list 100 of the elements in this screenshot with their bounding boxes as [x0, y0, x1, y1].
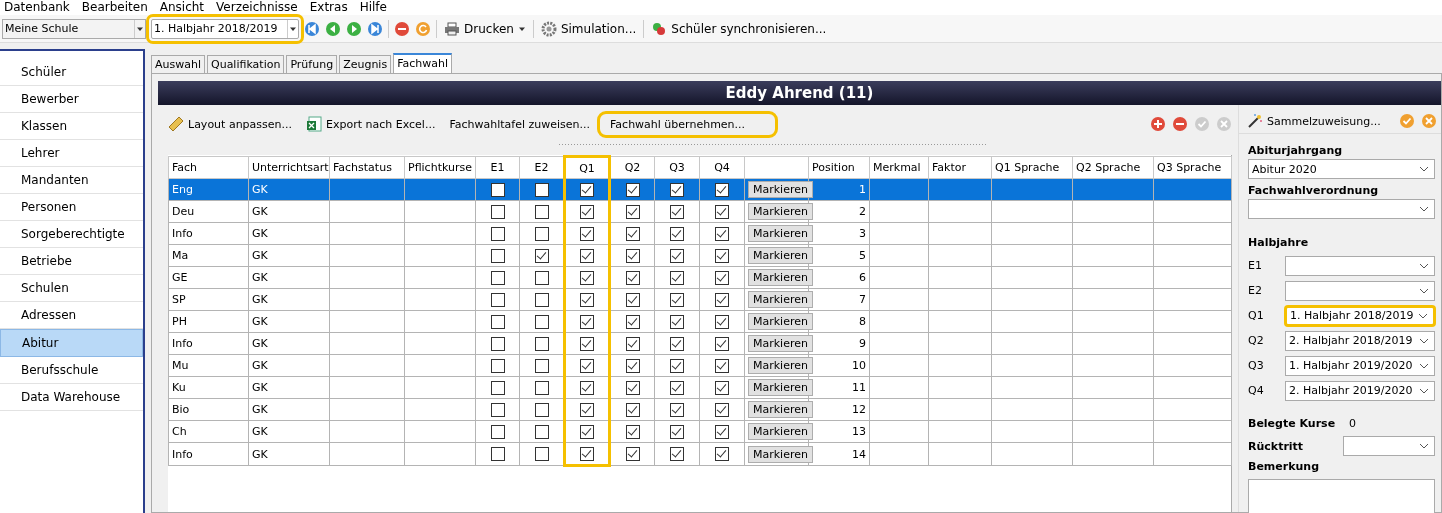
action-button[interactable]: Layout anpassen...	[164, 112, 297, 136]
checkbox[interactable]	[580, 248, 594, 263]
checkbox[interactable]	[670, 402, 684, 417]
checkbox[interactable]	[490, 292, 505, 307]
checkbox[interactable]	[534, 314, 549, 329]
markieren-button[interactable]: Markieren	[748, 423, 813, 440]
checkbox[interactable]	[580, 292, 594, 307]
menu-item[interactable]: Ansicht	[159, 0, 205, 15]
sidebar-item[interactable]: Betriebe	[0, 248, 143, 275]
markieren-button[interactable]: Markieren	[748, 357, 813, 374]
first-icon[interactable]	[304, 20, 320, 37]
sidebar-item[interactable]: Bewerber	[0, 86, 143, 113]
dropdown[interactable]: 2. Halbjahr 2019/2020	[1285, 380, 1435, 401]
markieren-button[interactable]: Markieren	[748, 203, 813, 220]
table-row[interactable]: Ku GK Markieren 11	[168, 376, 1232, 399]
table-row[interactable]: Bio GK Markieren 12	[168, 398, 1232, 421]
markieren-button[interactable]: Markieren	[748, 445, 813, 463]
checkbox[interactable]	[534, 204, 549, 219]
checkbox[interactable]	[534, 424, 549, 439]
checkbox[interactable]	[670, 292, 684, 307]
checkbox[interactable]	[625, 380, 640, 395]
checkbox[interactable]	[534, 248, 549, 263]
menu-item[interactable]: Verzeichnisse	[216, 0, 298, 15]
table-row[interactable]: Eng GK Markieren 1	[168, 178, 1232, 201]
checkbox[interactable]	[580, 336, 594, 351]
checkbox[interactable]	[534, 358, 549, 373]
checkbox[interactable]	[625, 314, 640, 329]
checkbox[interactable]	[670, 358, 684, 373]
checkbox[interactable]	[625, 336, 640, 351]
checkbox[interactable]	[534, 402, 549, 417]
markieren-button[interactable]: Markieren	[748, 291, 813, 308]
last-icon[interactable]	[367, 20, 383, 37]
menu-item[interactable]: Extras	[309, 0, 348, 15]
markieren-button[interactable]: Markieren	[748, 401, 813, 418]
tab[interactable]: Qualifikation	[207, 55, 285, 73]
table-row[interactable]: SP GK Markieren 7	[168, 288, 1232, 311]
sidebar-item[interactable]: Mandanten	[0, 167, 143, 194]
dropdown[interactable]: 1. Halbjahr 2018/2019	[1285, 305, 1435, 326]
checkbox[interactable]	[670, 447, 684, 461]
sidebar-item[interactable]: Lehrer	[0, 140, 143, 167]
checkbox[interactable]	[580, 270, 594, 285]
action-button[interactable]: Fachwahl übernehmen...	[600, 113, 776, 135]
action-button[interactable]: Export nach Excel...	[302, 112, 440, 136]
sidebar-item[interactable]: Sorgeberechtigte	[0, 221, 143, 248]
remark-field[interactable]	[1248, 479, 1435, 513]
table-row[interactable]: Mu GK Markieren 10	[168, 354, 1232, 377]
dropdown[interactable]: 1. Halbjahr 2019/2020	[1285, 355, 1435, 376]
checkbox[interactable]	[670, 182, 684, 197]
checkbox[interactable]	[534, 226, 549, 241]
dropdown[interactable]: Abitur 2020	[1248, 159, 1435, 179]
checkbox[interactable]	[715, 380, 729, 395]
table-row[interactable]: Info GK Markieren 14	[168, 442, 1232, 466]
checkbox[interactable]	[625, 204, 640, 219]
sidebar-item[interactable]: Data Warehouse	[0, 384, 143, 411]
dropdown[interactable]: 2. Halbjahr 2018/2019	[1285, 330, 1435, 351]
checkbox[interactable]	[715, 447, 729, 461]
checkbox[interactable]	[625, 182, 640, 197]
checkbox[interactable]	[715, 182, 729, 197]
sidebar-item[interactable]: Klassen	[0, 113, 143, 140]
table-row[interactable]: Info GK Markieren 3	[168, 222, 1232, 245]
checkbox[interactable]	[490, 204, 505, 219]
table-row[interactable]: Info GK Markieren 9	[168, 332, 1232, 355]
delete-icon[interactable]	[394, 20, 410, 37]
markieren-button[interactable]: Markieren	[748, 313, 813, 330]
print-button[interactable]: Drucken	[442, 20, 528, 37]
checkbox[interactable]	[534, 270, 549, 285]
checkbox[interactable]	[625, 270, 640, 285]
checkbox[interactable]	[625, 447, 640, 461]
checkbox[interactable]	[534, 336, 549, 351]
checkbox[interactable]	[490, 447, 505, 461]
markieren-button[interactable]: Markieren	[748, 379, 813, 396]
table-row[interactable]: GE GK Markieren 6	[168, 266, 1232, 289]
checkbox[interactable]	[715, 270, 729, 285]
checkbox[interactable]	[580, 402, 594, 417]
table-row[interactable]: Ma GK Markieren 5	[168, 244, 1232, 267]
checkbox[interactable]	[625, 402, 640, 417]
markieren-button[interactable]: Markieren	[748, 335, 813, 352]
checkbox[interactable]	[670, 336, 684, 351]
checkbox[interactable]	[715, 204, 729, 219]
checkbox[interactable]	[625, 292, 640, 307]
sidebar-item[interactable]: Schulen	[0, 275, 143, 302]
checkbox[interactable]	[625, 424, 640, 439]
checkbox[interactable]	[490, 314, 505, 329]
checkbox[interactable]	[580, 204, 594, 219]
checkbox[interactable]	[490, 402, 505, 417]
table-row[interactable]: PH GK Markieren 8	[168, 310, 1232, 333]
tab[interactable]: Auswahl	[151, 55, 205, 73]
checkbox[interactable]	[670, 380, 684, 395]
checkbox[interactable]	[580, 182, 594, 197]
sidebar-item[interactable]: Abitur	[0, 329, 143, 357]
tab[interactable]: Zeugnis	[339, 55, 392, 73]
checkbox[interactable]	[715, 358, 729, 373]
markieren-button[interactable]: Markieren	[748, 225, 813, 242]
checkbox[interactable]	[534, 182, 549, 197]
sync-button[interactable]: Schüler synchronisieren...	[649, 20, 829, 37]
table-row[interactable]: Ch GK Markieren 13	[168, 420, 1232, 443]
checkbox[interactable]	[534, 447, 549, 461]
checkbox[interactable]	[580, 446, 594, 461]
checkbox[interactable]	[534, 380, 549, 395]
checkbox[interactable]	[490, 380, 505, 395]
